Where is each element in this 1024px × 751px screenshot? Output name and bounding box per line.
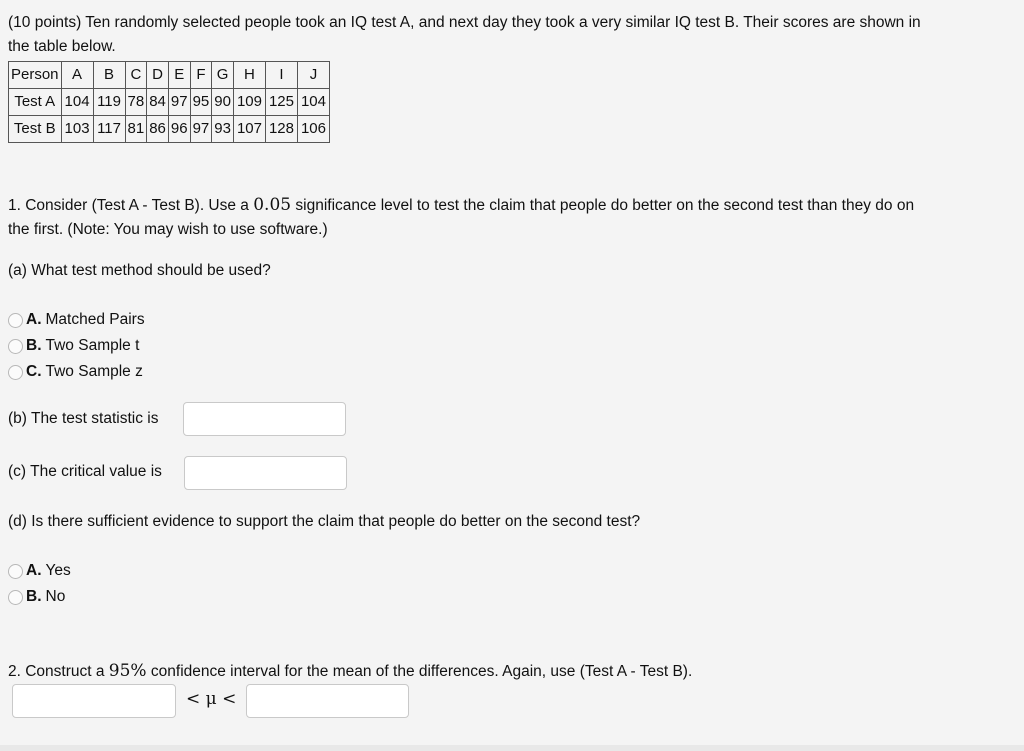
table-cell: 119 bbox=[92, 88, 126, 116]
scores-table: Person A B C D E F G H I J Test A 104 11… bbox=[8, 61, 330, 143]
header-cell: D bbox=[146, 61, 169, 89]
radio-button[interactable] bbox=[8, 338, 23, 354]
test-statistic-input[interactable] bbox=[183, 402, 346, 436]
option-matched-pairs[interactable]: A. Matched Pairs bbox=[8, 308, 145, 332]
critical-value-input[interactable] bbox=[184, 456, 347, 490]
q1d-prompt: (d) Is there sufficient evidence to supp… bbox=[8, 513, 641, 530]
radio-button[interactable] bbox=[8, 364, 23, 380]
option-letter: B. bbox=[26, 588, 42, 605]
row-label: Test A bbox=[8, 88, 62, 116]
option-letter: A. bbox=[26, 311, 42, 328]
header-cell: J bbox=[296, 61, 330, 89]
q2-text-post: confidence interval for the mean of the … bbox=[146, 663, 693, 680]
table-cell: 125 bbox=[264, 88, 298, 116]
ci-lower-input[interactable] bbox=[12, 684, 176, 718]
table-cell: 117 bbox=[92, 115, 126, 143]
alpha-value: 0.05 bbox=[253, 195, 292, 215]
header-cell: E bbox=[167, 61, 191, 89]
mu-inequality: < μ < bbox=[186, 689, 237, 709]
header-cell: G bbox=[211, 61, 234, 89]
q1-text-post: significance level to test the claim tha… bbox=[291, 197, 915, 214]
table-cell: 104 bbox=[60, 88, 94, 116]
q1-text-line-1: 1. Consider (Test A - Test B). Use a 0.0… bbox=[8, 193, 914, 218]
intro-line-1: (10 points) Ten randomly selected people… bbox=[8, 14, 921, 31]
option-letter: B. bbox=[26, 337, 42, 354]
table-cell: 103 bbox=[60, 115, 94, 143]
option-two-sample-t[interactable]: B. Two Sample t bbox=[8, 334, 139, 358]
q1b-prompt: (b) The test statistic is bbox=[8, 410, 159, 427]
radio-button[interactable] bbox=[8, 312, 23, 328]
header-cell: H bbox=[232, 61, 266, 89]
header-cell: A bbox=[60, 61, 94, 89]
radio-button[interactable] bbox=[8, 563, 23, 579]
header-cell: I bbox=[264, 61, 298, 89]
option-label: Two Sample z bbox=[45, 363, 143, 380]
option-label: No bbox=[45, 588, 66, 605]
option-yes[interactable]: A. Yes bbox=[8, 559, 71, 583]
table-cell: 107 bbox=[232, 115, 266, 143]
table-row: Test B 103 117 81 86 96 97 93 107 128 10… bbox=[8, 115, 330, 143]
table-cell: 95 bbox=[189, 88, 213, 116]
table-cell: 84 bbox=[146, 88, 169, 116]
table-cell: 128 bbox=[264, 115, 298, 143]
table-cell: 81 bbox=[124, 115, 148, 143]
header-cell: C bbox=[124, 61, 148, 89]
intro-line-2: the table below. bbox=[8, 38, 116, 55]
q2-text: 2. Construct a 95% confidence interval f… bbox=[8, 659, 692, 684]
q1-text-line-2: the first. (Note: You may wish to use so… bbox=[8, 221, 328, 238]
ci-upper-input[interactable] bbox=[246, 684, 409, 718]
page-bottom-divider bbox=[0, 745, 1024, 751]
header-cell: Person bbox=[8, 61, 62, 89]
option-letter: A. bbox=[26, 562, 42, 579]
header-cell: F bbox=[189, 61, 213, 89]
table-cell: 106 bbox=[296, 115, 330, 143]
table-cell: 78 bbox=[124, 88, 148, 116]
table-cell: 86 bbox=[146, 115, 169, 143]
header-cell: B bbox=[92, 61, 126, 89]
table-cell: 93 bbox=[211, 115, 234, 143]
option-label: Matched Pairs bbox=[45, 311, 145, 328]
table-cell: 97 bbox=[167, 88, 191, 116]
row-label: Test B bbox=[8, 115, 62, 143]
option-letter: C. bbox=[26, 363, 42, 380]
radio-button[interactable] bbox=[8, 589, 23, 605]
option-label: Two Sample t bbox=[45, 337, 140, 354]
option-no[interactable]: B. No bbox=[8, 585, 65, 609]
q2-text-pre: 2. Construct a bbox=[8, 663, 109, 680]
confidence-level: 95% bbox=[108, 661, 147, 681]
q1c-prompt: (c) The critical value is bbox=[8, 463, 162, 480]
option-two-sample-z[interactable]: C. Two Sample z bbox=[8, 360, 143, 384]
table-cell: 96 bbox=[167, 115, 191, 143]
table-cell: 109 bbox=[232, 88, 266, 116]
option-label: Yes bbox=[45, 562, 71, 579]
table-header-row: Person A B C D E F G H I J bbox=[8, 61, 330, 89]
table-cell: 104 bbox=[296, 88, 330, 116]
q1-text-pre: 1. Consider (Test A - Test B). Use a bbox=[8, 197, 254, 214]
table-cell: 97 bbox=[189, 115, 213, 143]
q1a-prompt: (a) What test method should be used? bbox=[8, 262, 271, 279]
table-cell: 90 bbox=[211, 88, 234, 116]
table-row: Test A 104 119 78 84 97 95 90 109 125 10… bbox=[8, 88, 330, 116]
